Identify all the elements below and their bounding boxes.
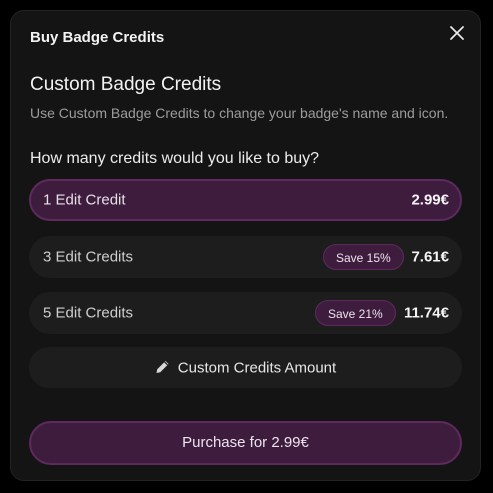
option-price: 2.99€: [411, 191, 449, 209]
section-description: Use Custom Badge Credits to change your …: [30, 105, 449, 121]
purchase-button[interactable]: Purchase for 2.99€: [29, 421, 462, 465]
close-button[interactable]: [447, 23, 467, 43]
custom-credits-content: Custom Credits Amount: [29, 359, 462, 376]
pencil-icon: [156, 360, 169, 373]
modal-title: Buy Badge Credits: [30, 29, 165, 46]
close-icon: [450, 26, 464, 40]
option-label: 1 Edit Credit: [43, 191, 126, 209]
option-price: 7.61€: [411, 248, 449, 266]
custom-credits-label: Custom Credits Amount: [177, 359, 337, 376]
option-5-credits[interactable]: 5 Edit Credits Save 21% 11.74€: [29, 292, 462, 334]
option-label: 3 Edit Credits: [43, 248, 134, 266]
save-badge: Save 15%: [323, 244, 404, 270]
option-3-credits[interactable]: 3 Edit Credits Save 15% 7.61€: [29, 236, 462, 278]
save-badge: Save 21%: [315, 300, 396, 326]
option-price: 11.74€: [403, 304, 449, 322]
buy-credits-modal: Buy Badge Credits Custom Badge Credits U…: [10, 10, 481, 481]
option-label: 5 Edit Credits: [43, 304, 134, 322]
option-1-credit[interactable]: 1 Edit Credit 2.99€: [29, 179, 462, 221]
section-title: Custom Badge Credits: [30, 74, 222, 95]
custom-credits-amount-button[interactable]: Custom Credits Amount: [29, 347, 462, 388]
credits-question: How many credits would you like to buy?: [30, 150, 320, 167]
